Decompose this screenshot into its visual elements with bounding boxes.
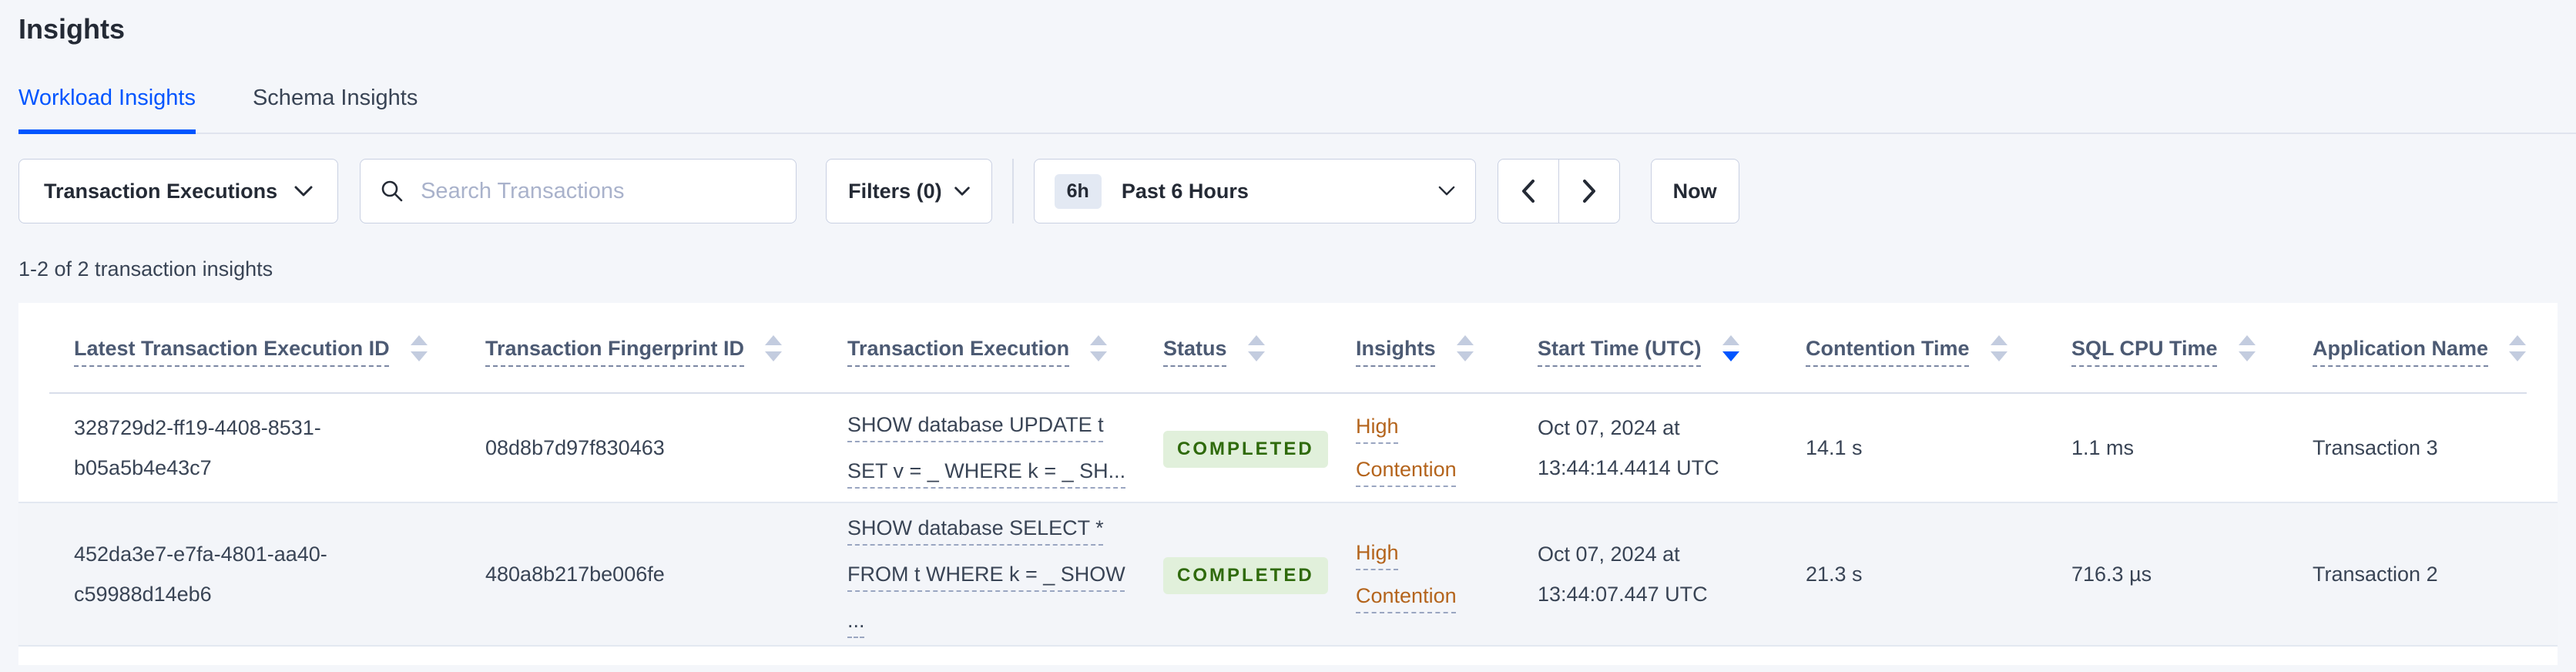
transaction-execution-link[interactable]: FROM t WHERE k = _ SHOW [847,563,1125,586]
insights-page: Insights Workload Insights Schema Insigh… [0,12,2576,665]
table-header-row: Latest Transaction Execution ID Transact… [18,303,2558,394]
status-badge: COMPLETED [1163,557,1328,594]
time-range-next-button[interactable] [1558,159,1620,223]
tab-workload-insights[interactable]: Workload Insights [18,85,196,134]
column-header-status[interactable]: Status [1163,334,1356,362]
chevron-left-icon [1521,180,1535,203]
sort-icon[interactable] [2238,334,2256,362]
search-icon [381,180,403,202]
page-title: Insights [18,13,126,45]
filters-button[interactable]: Filters (0) [826,159,992,223]
sort-icon[interactable] [1722,334,1740,362]
latest-transaction-execution-id-cell: 452da3e7-e7fa-4801-aa40-c59988d14eb6 [74,543,327,606]
tab-schema-insights[interactable]: Schema Insights [253,85,418,134]
sort-icon[interactable] [1247,334,1266,362]
start-time-cell: Oct 07, 2024 at 13:44:07.447 UTC [1538,543,1708,606]
transaction-execution-cell: SHOW database SELECT * FROM t WHERE k = _… [847,505,1163,643]
column-header-label[interactable]: Application Name [2313,337,2488,361]
chevron-down-icon [1438,186,1454,196]
application-name-cell: Transaction 3 [2313,436,2438,459]
insights-tabs: Workload Insights Schema Insights [18,85,2576,134]
search-box [360,159,797,223]
transaction-execution-link[interactable]: ... [847,609,865,632]
column-header-transaction-execution[interactable]: Transaction Execution [847,334,1163,362]
column-header-start-time-utc[interactable]: Start Time (UTC) [1538,334,1806,362]
insights-cell: High Contention [1356,531,1538,617]
column-header-application-name[interactable]: Application Name [2313,334,2558,362]
transaction-execution-link[interactable]: SET v = _ WHERE k = _ SH... [847,459,1125,482]
column-header-label[interactable]: Transaction Fingerprint ID [485,337,744,361]
column-header-label[interactable]: Contention Time [1806,337,1970,361]
column-header-latest-transaction-execution-id[interactable]: Latest Transaction Execution ID [18,334,485,362]
column-header-label[interactable]: Transaction Execution [847,337,1069,361]
time-range-dropdown[interactable]: 6h Past 6 Hours [1033,159,1476,223]
sql-cpu-time-cell: 1.1 ms [2071,436,2135,459]
insight-link[interactable]: High Contention [1356,531,1502,617]
chevron-down-icon [954,186,970,196]
results-summary: 1-2 of 2 transaction insights [18,257,273,281]
status-cell: COMPLETED [1163,428,1356,468]
application-name-cell: Transaction 2 [2313,563,2438,586]
table-row: 452da3e7-e7fa-4801-aa40-c59988d14eb6 480a… [18,503,2558,647]
search-input[interactable] [419,177,776,205]
insights-table-card: Latest Transaction Execution ID Transact… [18,303,2558,665]
time-range-stepper [1497,159,1620,223]
insight-type-dropdown-label: Transaction Executions [44,179,278,203]
insights-cell: High Contention [1356,405,1538,491]
column-header-insights[interactable]: Insights [1356,334,1538,362]
time-range-label: Past 6 Hours [1121,179,1249,203]
time-range-prev-button[interactable] [1497,159,1559,223]
column-header-sql-cpu-time[interactable]: SQL CPU Time [2071,334,2313,362]
column-header-transaction-fingerprint-id[interactable]: Transaction Fingerprint ID [485,334,847,362]
sort-icon[interactable] [764,334,783,362]
column-header-label[interactable]: Start Time (UTC) [1538,337,1702,361]
contention-time-cell: 14.1 s [1806,436,1863,459]
latest-transaction-execution-id-cell: 328729d2-ff19-4408-8531-b05a5b4e43c7 [74,416,321,479]
transaction-execution-link[interactable]: SHOW database SELECT * [847,516,1104,539]
insight-type-dropdown[interactable]: Transaction Executions [18,159,339,223]
column-header-label[interactable]: Latest Transaction Execution ID [74,337,390,361]
column-header-label[interactable]: SQL CPU Time [2071,337,2218,361]
chevron-down-icon [294,186,313,196]
filters-button-label: Filters (0) [848,179,942,203]
start-time-cell: Oct 07, 2024 at 13:44:14.4414 UTC [1538,416,1719,479]
controls-divider [1011,159,1014,223]
sql-cpu-time-cell: 716.3 µs [2071,563,2152,586]
transaction-execution-link[interactable]: SHOW database UPDATE t [847,413,1104,436]
controls-bar: Transaction Executions Filters (0) 6h Pa… [18,159,2576,223]
sort-icon[interactable] [410,334,428,362]
sort-icon[interactable] [1089,334,1108,362]
time-range-badge: 6h [1054,173,1102,209]
transaction-execution-cell: SHOW database UPDATE t SET v = _ WHERE k … [847,402,1163,494]
transaction-fingerprint-id-cell: 480a8b217be006fe [485,563,665,586]
contention-time-cell: 21.3 s [1806,563,1863,586]
sort-icon[interactable] [1990,334,2008,362]
now-button[interactable]: Now [1650,159,1739,223]
table-row: 328729d2-ff19-4408-8531-b05a5b4e43c7 08d8… [18,394,2558,503]
column-header-label[interactable]: Status [1163,337,1227,361]
column-header-label[interactable]: Insights [1356,337,1436,361]
status-cell: COMPLETED [1163,554,1356,594]
column-header-contention-time[interactable]: Contention Time [1806,334,2071,362]
status-badge: COMPLETED [1163,431,1328,468]
chevron-right-icon [1582,180,1595,203]
sort-icon[interactable] [1456,334,1474,362]
now-button-label: Now [1672,179,1717,203]
insight-link[interactable]: High Contention [1356,405,1502,491]
table-body: 328729d2-ff19-4408-8531-b05a5b4e43c7 08d8… [18,394,2558,647]
sort-icon[interactable] [2508,334,2527,362]
transaction-fingerprint-id-cell: 08d8b7d97f830463 [485,436,665,459]
